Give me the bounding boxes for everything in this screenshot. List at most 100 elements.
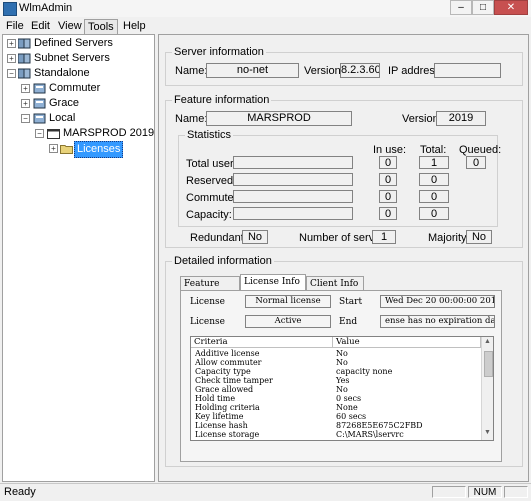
feature-info-group: Feature information Name: MARSPROD Versi… [165,94,523,248]
table-row[interactable]: Capacity type capacity none [191,367,481,376]
collapse-icon[interactable]: − [35,129,44,138]
commuter-bar [233,190,353,203]
reserved-bar [233,173,353,186]
group-label: Server information [172,46,266,58]
group-label: Feature information [172,94,272,106]
expand-icon[interactable]: + [7,54,16,63]
tree-item-local[interactable]: − Local [3,111,153,126]
tree-item-subnet-servers[interactable]: + Subnet Servers [3,51,153,66]
expand-icon[interactable]: + [21,84,30,93]
license-type-label: License [190,297,225,307]
tree-item-commuter[interactable]: + Commuter [3,81,153,96]
menu-tools[interactable]: Tools [84,19,118,35]
menu-view[interactable]: View [55,19,85,33]
tab-client-info[interactable]: Client Info [306,276,364,290]
detailed-info-group: Detailed information Feature Info Licens… [165,255,523,467]
table-row[interactable]: Check time tamper Yes [191,376,481,385]
tree-item-feature[interactable]: − MARSPROD 2019 [3,126,155,141]
total-users-bar [233,156,353,169]
expand-icon[interactable]: + [21,99,30,108]
scroll-thumb[interactable] [484,351,493,377]
commuter-in-use: 0 [379,190,397,203]
server-group-icon [18,38,31,49]
collapse-icon[interactable]: − [21,114,30,123]
group-label: Statistics [185,129,234,141]
license-status-field: Active [245,315,331,328]
num-lock-indicator: NUM [468,486,502,498]
start-field: Wed Dec 20 00:00:00 2017 [380,295,495,308]
server-icon [33,113,46,124]
table-row[interactable]: License hash 87268E5E675C2FBD [191,421,481,430]
maximize-button[interactable]: □ [472,0,494,15]
end-label: End [339,317,358,327]
expand-icon[interactable]: + [49,144,58,153]
server-icon [33,98,46,109]
server-icon [33,83,46,94]
tree-label: Grace [49,97,79,109]
version-label: Version: [304,65,344,77]
capacity-label: Capacity: [186,209,232,221]
vertical-scrollbar[interactable]: ▲ ▼ [481,337,493,440]
close-button[interactable]: ✕ [494,0,528,15]
criteria-list[interactable]: Criteria Value Additive license No Allow … [190,336,494,441]
queued-header: Queued: [459,144,502,156]
majority-field: No [466,230,492,244]
tree-item-grace[interactable]: + Grace [3,96,153,111]
table-row[interactable]: Additive license No [191,349,481,358]
tree-label-selected: Licenses [74,141,124,158]
collapse-icon[interactable]: − [7,69,16,78]
menu-help[interactable]: Help [120,19,149,33]
total-header: Total: [420,144,447,156]
column-header-criteria[interactable]: Criteria [191,337,333,348]
reserved-in-use: 0 [379,173,397,186]
capacity-bar [233,207,353,220]
total-users-queued: 0 [466,156,486,169]
tree-item-licenses[interactable]: + Licenses [3,141,153,158]
table-row[interactable]: License storage C:\MARS\lservrc [191,430,481,439]
total-users-total: 1 [419,156,449,169]
status-pane-blank [432,486,466,498]
table-row[interactable]: Grace allowed No [191,385,481,394]
tree-label: Subnet Servers [34,52,110,64]
majority-label: Majority: [428,232,470,244]
title-bar: WlmAdmin – □ ✕ [0,0,531,18]
status-pane-blank [504,486,528,498]
in-use-header: In use: [373,144,407,156]
tree-label: MARSPROD 2019 [63,127,155,139]
tab-license-info[interactable]: License Info [240,274,306,290]
menu-bar: File Edit View Tools Help [0,17,531,35]
scroll-up-icon[interactable]: ▲ [484,338,491,345]
feature-version-field: 2019 [436,111,486,126]
menu-edit[interactable]: Edit [28,19,53,33]
table-row[interactable]: Allow commuter No [191,358,481,367]
feature-window-icon [47,129,60,139]
license-status-label: License [190,317,225,327]
reserved-total: 0 [419,173,449,186]
expand-icon[interactable]: + [7,39,16,48]
tree-label: Commuter [49,82,101,94]
redundant-label: Redundant: [190,232,247,244]
status-text: Ready [4,486,36,498]
tree-item-defined-servers[interactable]: + Defined Servers [3,36,153,51]
details-panel: Server information Name: no-net Version:… [158,34,529,482]
scroll-down-icon[interactable]: ▼ [484,429,491,436]
tree-label: Local [49,112,76,124]
end-field: ense has no expiration da [380,315,495,328]
commuter-total: 0 [419,190,449,203]
table-row[interactable]: Holding criteria None [191,403,481,412]
start-label: Start [339,297,363,307]
name-label: Name: [175,65,208,77]
column-header-value[interactable]: Value [333,337,481,348]
capacity-total: 0 [419,207,449,220]
statistics-group: Statistics In use: Total: Queued: Total … [178,129,502,227]
server-version-field: 8.2.3.600 [340,63,380,78]
license-type-field: Normal license [245,295,331,308]
tree-item-standalone[interactable]: − Standalone [3,66,153,81]
server-tree[interactable]: + Defined Servers + Subnet Servers − Sta… [2,34,155,482]
server-name-field: no-net [206,63,299,78]
table-row[interactable]: Hold time 0 secs [191,394,481,403]
table-row[interactable]: Key lifetime 60 secs [191,412,481,421]
tab-feature-info[interactable]: Feature Info [180,276,240,303]
menu-file[interactable]: File [3,19,27,33]
minimize-button[interactable]: – [450,0,472,15]
